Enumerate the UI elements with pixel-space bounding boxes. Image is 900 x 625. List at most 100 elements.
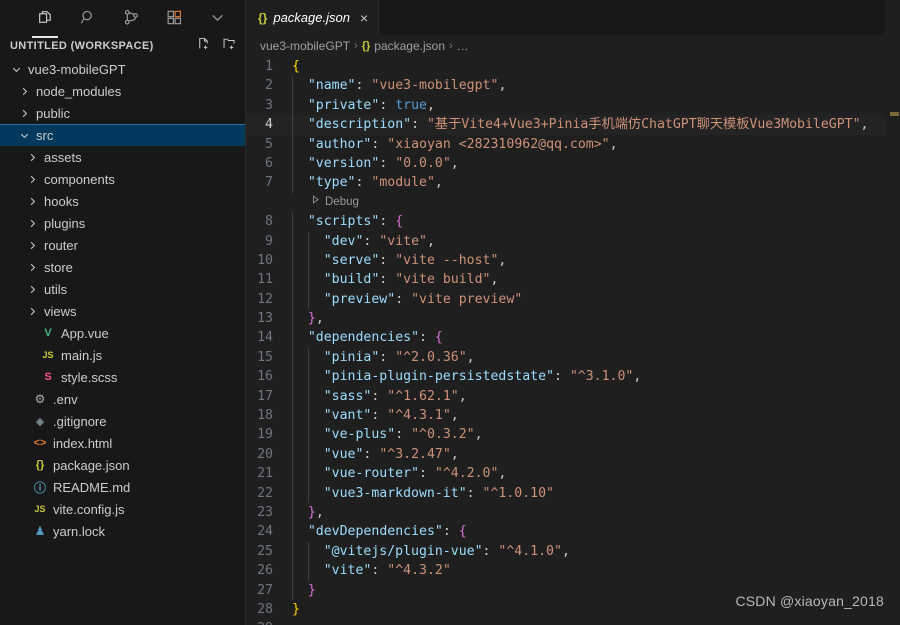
tree-item-views[interactable]: views: [0, 300, 245, 322]
code-editor[interactable]: 1{2 "name": "vue3-mobilegpt", 3 "private": …: [246, 57, 900, 625]
chevron-down-icon[interactable]: [16, 127, 32, 143]
code-line[interactable]: 8 "scripts": {: [246, 212, 900, 232]
tree-item-style-scss[interactable]: Sstyle.scss: [0, 366, 245, 388]
code-line[interactable]: 28}: [246, 600, 900, 619]
code-token: {: [458, 524, 467, 540]
chevron-right-icon[interactable]: [24, 259, 40, 275]
source-control-icon[interactable]: [120, 7, 142, 29]
search-icon[interactable]: [77, 7, 99, 29]
code-tokens: "ve-plus": "^0.3.2",: [292, 427, 483, 442]
minimap[interactable]: [886, 0, 900, 625]
tree-item-app-vue[interactable]: V App.vue: [0, 322, 245, 344]
new-folder-icon[interactable]: [222, 36, 237, 56]
code-token: ,: [450, 446, 459, 462]
codelens-debug-button[interactable]: Debug: [286, 193, 359, 212]
line-number: 10: [257, 252, 273, 268]
line-number: 4: [265, 117, 273, 133]
chevron-right-icon[interactable]: [24, 171, 40, 187]
tree-item-vue3-mobilegpt[interactable]: vue3-mobileGPT: [0, 58, 245, 80]
close-icon[interactable]: ×: [360, 11, 368, 25]
code-line[interactable]: 21 "vue-router": "^4.2.0",: [246, 464, 900, 484]
code-tokens: "@vitejs/plugin-vue": "^4.1.0",: [292, 544, 570, 559]
line-number: 7: [265, 175, 273, 191]
tree-item-src[interactable]: src: [0, 124, 245, 146]
code-line[interactable]: 27}: [246, 580, 900, 600]
chevron-down-icon[interactable]: [206, 7, 228, 29]
code-line-content: "vant": "^4.3.1",: [286, 406, 900, 426]
code-line[interactable]: 17 "sass": "^1.62.1",: [246, 386, 900, 407]
code-line[interactable]: 14 "dependencies": {: [246, 328, 900, 348]
code-line[interactable]: 4 "description": "基于Vite4+Vue3+Pinia手机端仿C…: [246, 115, 900, 135]
tree-item-label: vite.config.js: [53, 501, 125, 517]
code-line[interactable]: 18 "vant": "^4.3.1",: [246, 406, 900, 426]
line-number: 2: [265, 78, 273, 94]
code-line[interactable]: 5 "author": "xiaoyan <282310962@qq.com>",: [246, 134, 900, 154]
tree-item-readme-md[interactable]: ⓘ README.md: [0, 476, 245, 498]
tree-item-package-json[interactable]: {} package.json: [0, 454, 245, 476]
code-line[interactable]: 3 "private": true,: [246, 95, 900, 116]
code-line-content: "type": "module",: [286, 173, 900, 193]
code-line[interactable]: 25 "@vitejs/plugin-vue": "^4.1.0",: [246, 541, 900, 562]
chevron-right-icon[interactable]: [24, 303, 40, 319]
chevron-right-icon[interactable]: [24, 281, 40, 297]
tree-item-plugins[interactable]: plugins: [0, 212, 245, 234]
files-icon[interactable]: [32, 7, 58, 38]
code-line[interactable]: 19 "ve-plus": "^0.3.2",: [246, 425, 900, 445]
code-line[interactable]: 1{: [246, 57, 900, 76]
tree-item--env[interactable]: ⚙ .env: [0, 388, 245, 410]
tree-item-store[interactable]: store: [0, 256, 245, 278]
chevron-right-icon[interactable]: [24, 237, 40, 253]
code-line[interactable]: 2 "name": "vue3-mobilegpt",: [246, 76, 900, 96]
line-number: 24: [257, 524, 273, 540]
code-line[interactable]: 22 "vue3-markdown-it": "^1.0.10": [246, 483, 900, 503]
tree-item-hooks[interactable]: hooks: [0, 190, 245, 212]
tree-item-assets[interactable]: assets: [0, 146, 245, 168]
code-line[interactable]: 7 "type": "module",: [246, 173, 900, 193]
tree-item-index-html[interactable]: <> index.html: [0, 432, 245, 454]
breadcrumb-item[interactable]: vue3-mobileGPT: [260, 39, 350, 53]
tree-item-vite-config-js[interactable]: JS vite.config.js: [0, 498, 245, 520]
chevron-right-icon[interactable]: [24, 193, 40, 209]
code-line[interactable]: 16 "pinia-plugin-persistedstate": "^3.1.0…: [246, 367, 900, 387]
code-line[interactable]: 12 "preview": "vite preview": [246, 289, 900, 310]
chevron-right-icon[interactable]: [24, 215, 40, 231]
new-file-icon[interactable]: [196, 36, 211, 56]
file-tree[interactable]: vue3-mobileGPT node_modules public src asset…: [0, 57, 245, 625]
tree-item-utils[interactable]: utils: [0, 278, 245, 300]
code-line-content: "@vitejs/plugin-vue": "^4.1.0",: [286, 541, 900, 562]
tree-item-public[interactable]: public: [0, 102, 245, 124]
chevron-down-icon[interactable]: [8, 61, 24, 77]
code-line[interactable]: 11 "build": "vite build",: [246, 270, 900, 290]
tree-item-yarn-lock[interactable]: ♟ yarn.lock: [0, 520, 245, 542]
chevron-right-icon[interactable]: [16, 105, 32, 121]
line-number: 18: [257, 408, 273, 424]
chevron-right-icon[interactable]: [16, 83, 32, 99]
tree-item-components[interactable]: components: [0, 168, 245, 190]
code-line[interactable]: 20 "vue": "^3.2.47",: [246, 444, 900, 465]
code-line[interactable]: 6 "version": "0.0.0",: [246, 153, 900, 174]
tab-package-json[interactable]: {} package.json ×: [246, 0, 380, 35]
tree-item-router[interactable]: router: [0, 234, 245, 256]
code-line[interactable]: 23},: [246, 502, 900, 523]
code-tokens: "dependencies": {: [292, 330, 443, 345]
code-line[interactable]: 15 "pinia": "^2.0.36",: [246, 347, 900, 368]
code-line[interactable]: 29: [246, 619, 900, 625]
chevron-right-icon[interactable]: [24, 149, 40, 165]
code-line[interactable]: 13},: [246, 309, 900, 329]
extensions-icon[interactable]: [163, 7, 185, 29]
breadcrumb-item[interactable]: package.json: [374, 39, 445, 53]
breadcrumb-item[interactable]: …: [457, 39, 469, 53]
code-line[interactable]: 10 "serve": "vite --host",: [246, 250, 900, 271]
breadcrumb[interactable]: vue3-mobileGPT ›{} package.json ›…: [246, 35, 900, 57]
indent-guide: [292, 231, 293, 251]
code-line[interactable]: 9 "dev": "vite",: [246, 231, 900, 251]
code-token: :: [379, 272, 396, 288]
tree-item-node-modules[interactable]: node_modules: [0, 80, 245, 102]
code-line[interactable]: 24 "devDependencies": {: [246, 522, 900, 542]
tree-item-main-js[interactable]: JS main.js: [0, 344, 245, 366]
sidebar: UNTITLED (WORKSPACE) vue3-mobileGPT node_…: [0, 0, 246, 625]
tree-item-label: yarn.lock: [53, 523, 106, 539]
tree-item--gitignore[interactable]: ◆ .gitignore: [0, 410, 245, 432]
codelens-label: Debug: [325, 195, 359, 208]
code-line[interactable]: 26 "vite": "^4.3.2": [246, 561, 900, 581]
